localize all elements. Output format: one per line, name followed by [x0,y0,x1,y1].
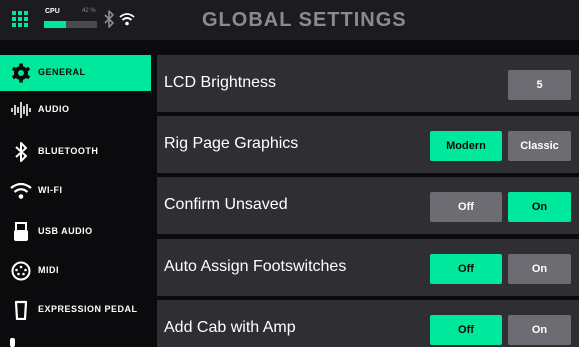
setting-label: Add Cab with Amp [164,319,296,336]
setting-label: Rig Page Graphics [164,135,299,152]
setting-row-confirm-unsaved: Confirm Unsaved Off On [157,177,579,234]
sidebar-item-audio[interactable]: AUDIO [0,92,151,128]
cpu-label: CPU [45,8,60,15]
sidebar-item-expression-pedal[interactable]: EXPRESSION PEDAL [0,292,151,328]
sidebar-item-general[interactable]: GENERAL [0,55,151,91]
sidebar-item-usb-audio[interactable]: USB AUDIO [0,214,151,250]
lcd-brightness-value-button[interactable]: 5 [508,70,571,100]
setting-label: Confirm Unsaved [164,196,288,213]
cpu-meter [44,21,97,28]
setting-row-rig-page-graphics: Rig Page Graphics Modern Classic [157,116,579,173]
sidebar-item-label: USB AUDIO [38,226,93,236]
setting-label: Auto Assign Footswitches [164,258,347,275]
cpu-meter-fill [44,21,67,28]
sidebar-item-label: GENERAL [38,67,86,77]
auto-assign-off-button[interactable]: Off [430,254,502,284]
cpu-percent: 42 % [82,8,96,14]
settings-panel: LCD Brightness 5 Rig Page Graphics Moder… [151,40,579,347]
sidebar-item-label: AUDIO [38,104,70,114]
page-title: GLOBAL SETTINGS [202,9,407,31]
sidebar: GENERAL AUDIO BLUETOOTH WI-FI USB AUDIO … [0,40,151,347]
confirm-unsaved-off-button[interactable]: Off [430,192,502,222]
add-cab-off-button[interactable]: Off [430,315,502,345]
more-items-indicator [10,338,15,347]
sidebar-item-label: BLUETOOTH [38,146,99,156]
expression-pedal-icon [14,300,28,320]
setting-row-lcd-brightness: LCD Brightness 5 [157,55,579,112]
bluetooth-icon [15,142,27,162]
waveform-icon [11,102,31,118]
wifi-icon [10,182,32,199]
add-cab-on-button[interactable]: On [508,315,571,345]
setting-row-auto-assign-footswitches: Auto Assign Footswitches Off On [157,239,579,296]
sidebar-item-midi[interactable]: MIDI [0,253,151,289]
sidebar-item-wifi[interactable]: WI-FI [0,173,151,209]
top-bar: CPU 42 % GLOBAL SETTINGS [0,0,579,40]
wifi-status-icon [119,13,135,26]
sidebar-item-label: MIDI [38,265,59,275]
rig-graphics-modern-button[interactable]: Modern [430,131,502,161]
grid-menu-icon[interactable] [12,11,28,27]
sidebar-item-label: EXPRESSION PEDAL [38,304,138,314]
setting-label: LCD Brightness [164,74,277,91]
setting-row-add-cab-with-amp: Add Cab with Amp Off On [157,300,579,347]
auto-assign-on-button[interactable]: On [508,254,571,284]
sidebar-item-bluetooth[interactable]: BLUETOOTH [0,134,151,170]
rig-graphics-classic-button[interactable]: Classic [508,131,571,161]
gear-icon [11,63,31,83]
bluetooth-status-icon [104,10,114,28]
midi-icon [11,261,31,281]
usb-icon [14,222,28,241]
sidebar-item-label: WI-FI [38,185,63,195]
confirm-unsaved-on-button[interactable]: On [508,192,571,222]
